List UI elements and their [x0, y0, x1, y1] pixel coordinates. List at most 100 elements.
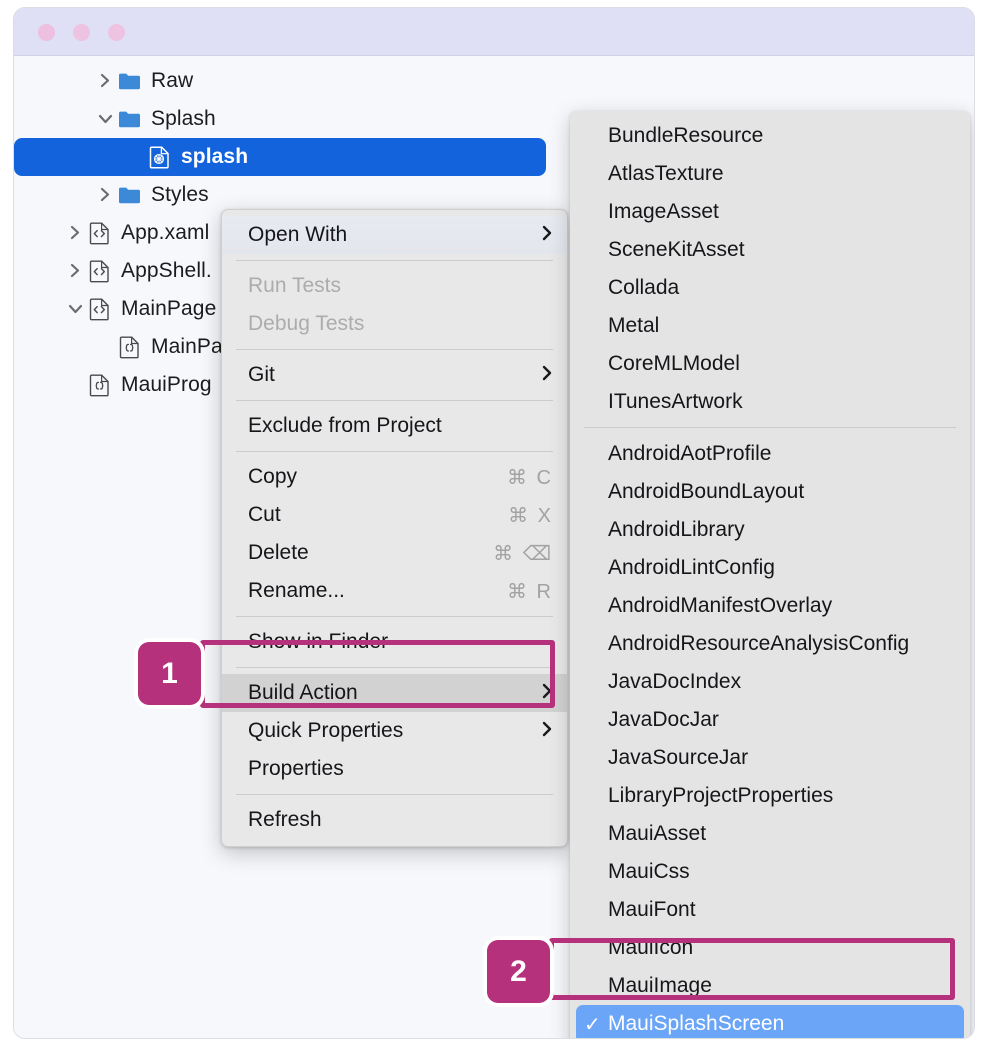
submenu-item-label: AndroidBoundLayout — [608, 480, 805, 503]
menu-item-label: Open With — [248, 223, 348, 246]
menu-item[interactable]: Show in Finder — [222, 623, 567, 661]
tree-row-label: AppShell. — [121, 259, 212, 282]
submenu-item-label: JavaDocJar — [608, 708, 719, 731]
menu-separator — [236, 616, 553, 617]
chevron-right-icon — [541, 225, 553, 245]
submenu-item[interactable]: AndroidLintConfig — [570, 549, 970, 587]
menu-item[interactable]: Rename... ⌘ R — [222, 572, 567, 610]
traffic-lights — [38, 24, 125, 41]
menu-separator — [236, 260, 553, 261]
menu-item[interactable]: Copy ⌘ C — [222, 458, 567, 496]
submenu-item-label: MauiImage — [608, 974, 712, 997]
svg-file-icon — [146, 145, 172, 168]
submenu-item[interactable]: JavaSourceJar — [570, 739, 970, 777]
folder-icon — [116, 70, 142, 92]
submenu-item[interactable]: MauiCss — [570, 853, 970, 891]
submenu-item-label: MauiSplashScreen — [608, 1012, 785, 1035]
submenu-item-label: Metal — [608, 314, 660, 337]
submenu-item[interactable]: CoreMLModel — [570, 345, 970, 383]
submenu-item-label: AndroidLibrary — [608, 518, 745, 541]
minimize-button-icon[interactable] — [73, 24, 90, 41]
menu-item-label: Exclude from Project — [248, 414, 442, 437]
menu-item: Run Tests — [222, 267, 567, 305]
menu-item-shortcut: ⌘ C — [507, 466, 553, 489]
submenu-item[interactable]: SceneKitAsset — [570, 231, 970, 269]
submenu-item-label: AndroidAotProfile — [608, 442, 772, 465]
disclosure-triangle-icon[interactable] — [64, 300, 86, 318]
callout-badge-2: 2 — [487, 940, 550, 1003]
disclosure-triangle-icon[interactable] — [94, 186, 116, 204]
menu-item-label: Delete — [248, 541, 309, 564]
tree-row[interactable]: Splash — [14, 100, 554, 138]
callout-badge-1: 1 — [138, 642, 201, 705]
disclosure-triangle-icon[interactable] — [64, 224, 86, 242]
submenu-item[interactable]: AndroidAotProfile — [570, 435, 970, 473]
submenu-item-label: MauiIcon — [608, 936, 694, 959]
close-button-icon[interactable] — [38, 24, 55, 41]
submenu-item[interactable]: MauiIcon — [570, 929, 970, 967]
window-titlebar — [14, 8, 974, 56]
menu-item-label: Build Action — [248, 681, 358, 704]
build-action-submenu[interactable]: BundleResource AtlasTexture ImageAsset Scen… — [570, 111, 970, 1038]
submenu-item-label: AndroidLintConfig — [608, 556, 775, 579]
submenu-item-label: BundleResource — [608, 124, 764, 147]
submenu-item[interactable]: MauiFont — [570, 891, 970, 929]
file-context-menu[interactable]: Open With Run Tests Debug Tests Git Exclude … — [221, 209, 568, 847]
submenu-item[interactable]: Collada — [570, 269, 970, 307]
disclosure-triangle-icon[interactable] — [94, 72, 116, 90]
chevron-right-icon — [541, 683, 553, 703]
menu-separator — [236, 667, 553, 668]
submenu-item-label: MauiAsset — [608, 822, 707, 845]
menu-separator — [236, 794, 553, 795]
menu-item-label: Run Tests — [248, 274, 341, 297]
menu-item[interactable]: Build Action — [222, 674, 567, 712]
submenu-item[interactable]: ITunesArtwork — [570, 383, 970, 421]
menu-item-label: Refresh — [248, 808, 322, 831]
window-content: Raw Splash splash Styles App.xaml AppShell. Ma… — [14, 56, 974, 1038]
submenu-item[interactable]: MauiAsset — [570, 815, 970, 853]
zoom-button-icon[interactable] — [108, 24, 125, 41]
submenu-item[interactable]: MauiImage — [570, 967, 970, 1005]
menu-item-label: Git — [248, 363, 275, 386]
tree-row[interactable]: Raw — [14, 62, 554, 100]
menu-item[interactable]: Delete ⌘ ⌫ — [222, 534, 567, 572]
submenu-item-label: JavaDocIndex — [608, 670, 742, 693]
submenu-item-label: AndroidResourceAnalysisConfig — [608, 632, 910, 655]
menu-item[interactable]: Git — [222, 356, 567, 394]
submenu-item[interactable]: JavaDocIndex — [570, 663, 970, 701]
menu-item-label: Properties — [248, 757, 344, 780]
submenu-item[interactable]: LibraryProjectProperties — [570, 777, 970, 815]
submenu-item-label: ITunesArtwork — [608, 390, 743, 413]
submenu-item[interactable]: Metal — [570, 307, 970, 345]
submenu-item[interactable]: JavaDocJar — [570, 701, 970, 739]
menu-item[interactable]: Quick Properties — [222, 712, 567, 750]
menu-item[interactable]: Properties — [222, 750, 567, 788]
submenu-item[interactable]: ImageAsset — [570, 193, 970, 231]
submenu-item[interactable]: AtlasTexture — [570, 155, 970, 193]
menu-item[interactable]: Cut ⌘ X — [222, 496, 567, 534]
menu-item[interactable]: Refresh — [222, 801, 567, 839]
menu-item-label: Rename... — [248, 579, 345, 602]
tree-row-label: App.xaml — [121, 221, 210, 244]
checkmark-icon: ✓ — [584, 1013, 601, 1036]
tree-row[interactable]: splash — [14, 138, 546, 176]
submenu-item-label: CoreMLModel — [608, 352, 740, 375]
submenu-item[interactable]: AndroidBoundLayout — [570, 473, 970, 511]
xaml-file-icon — [86, 260, 112, 282]
disclosure-triangle-icon[interactable] — [94, 110, 116, 128]
submenu-item[interactable]: ✓ MauiSplashScreen — [576, 1005, 964, 1038]
menu-item-shortcut: ⌘ ⌫ — [493, 542, 553, 565]
menu-item[interactable]: Exclude from Project — [222, 407, 567, 445]
submenu-item[interactable]: AndroidResourceAnalysisConfig — [570, 625, 970, 663]
tree-row-label: Raw — [151, 69, 194, 92]
menu-item[interactable]: Open With — [222, 216, 567, 254]
menu-item-shortcut: ⌘ X — [508, 504, 553, 527]
disclosure-triangle-icon[interactable] — [64, 262, 86, 280]
submenu-item-label: MauiCss — [608, 860, 690, 883]
submenu-item[interactable]: AndroidLibrary — [570, 511, 970, 549]
submenu-item-label: ImageAsset — [608, 200, 719, 223]
submenu-item[interactable]: AndroidManifestOverlay — [570, 587, 970, 625]
menu-item-shortcut: ⌘ R — [507, 580, 553, 603]
menu-separator — [236, 349, 553, 350]
submenu-item[interactable]: BundleResource — [570, 117, 970, 155]
